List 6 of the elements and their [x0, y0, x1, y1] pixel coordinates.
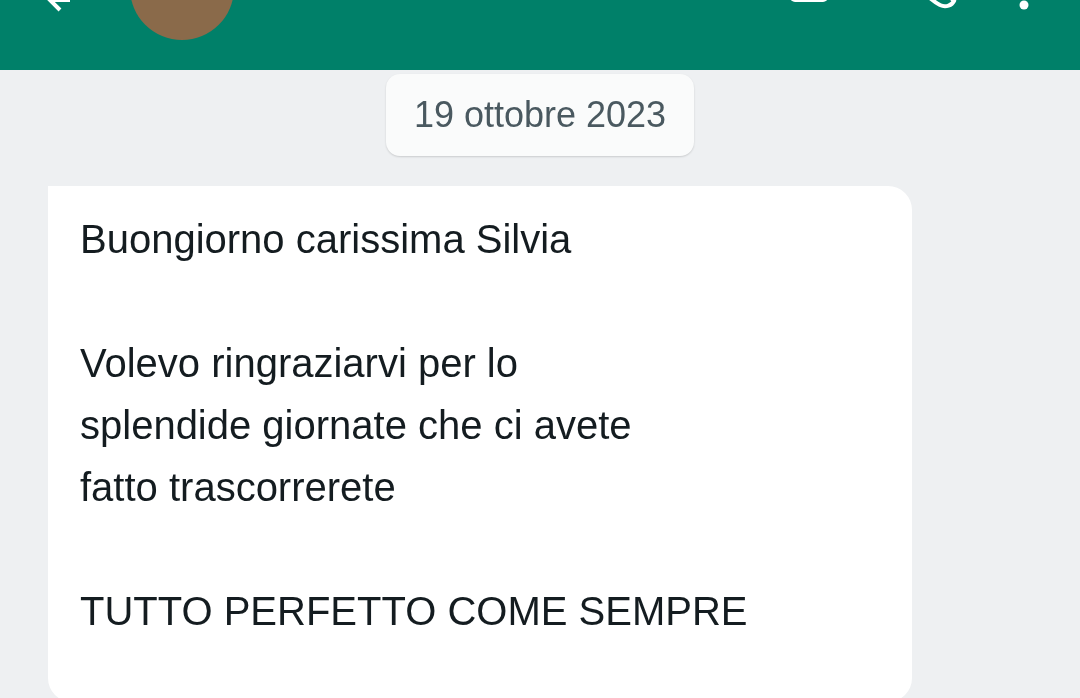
message-text: Buongiorno carissima Silvia [80, 216, 573, 263]
message-text: Volevo ringraziarvi per lo [80, 340, 519, 387]
message-text: TUTTO PERFETTO COME SEMPRE [80, 588, 749, 635]
date-chip: 19 ottobre 2023 [385, 74, 695, 156]
message-text: fatto trascorrerete [80, 464, 397, 511]
message-text: splendide giornate che ci avete [80, 402, 633, 449]
